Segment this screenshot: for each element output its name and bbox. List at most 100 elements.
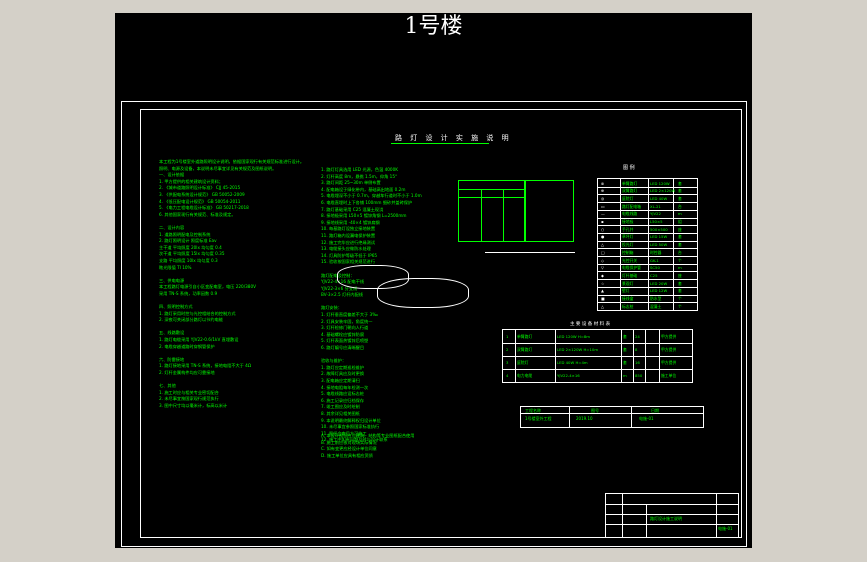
legend-cell: 套 (678, 188, 682, 194)
note-line: 1. 灯杆垂直度偏差不大于 3‰ (321, 312, 378, 318)
legend-cell: ■ (601, 296, 605, 302)
drawing-canvas[interactable]: 1号楼 路 灯 设 计 实 施 说 明 本工程为1号楼室外道路照明设计说明，依据… (115, 13, 752, 548)
legend-row-line (598, 286, 697, 288)
legend-row-line (598, 302, 697, 304)
note-line: 验收与维护： (321, 358, 347, 364)
legend-cell: 草坪灯 (622, 234, 634, 240)
title-block-sheet: 电施-01 (718, 526, 733, 531)
legend-cell: C25 (650, 272, 658, 278)
title-block-drawing-name: 路灯设计施工说明 (650, 516, 682, 521)
equipment-cell: LED 2×120W H=10m (557, 347, 599, 352)
note-line: 次干道 平均照度 15lx 均匀度 0.35 (159, 251, 225, 257)
legend-cell: SC50 (650, 265, 660, 271)
legend-cell: L50×5 (650, 219, 663, 225)
note-line: 2. 路灯照明设计 照度标准 Eav (159, 238, 217, 244)
equipment-cell: 庭院灯 (517, 360, 529, 365)
legend-cell: 座 (678, 272, 682, 278)
title-block: 路灯设计施工说明 电施-01 (605, 493, 739, 538)
legend-cell: m (678, 211, 682, 217)
legend-title: 图 例 (623, 165, 635, 171)
sign-r3: 电施-01 (639, 416, 654, 421)
legend-cell: 台 (678, 203, 682, 209)
legend-cell: XL-21 (650, 203, 661, 209)
equipment-cell: LED 120W H=8m (557, 334, 591, 339)
legend-cell: ● (601, 234, 605, 240)
notes-column-1: 本工程为1号楼室外道路照明设计说明，依据国家现行有关规范标准进行设计。 照明、电源… (159, 159, 311, 499)
distribution-table-2 (524, 180, 574, 242)
note-line: 2. 故障灯具应及时更换 (321, 371, 365, 377)
notes-column-3: A. 本设计图纸应与建筑、结构等专业图纸配合使用 B. 施工前应核对现场实际情况 C… (321, 433, 501, 473)
page-title: 1号楼 (404, 14, 463, 39)
legend-cell: 套 (678, 195, 682, 201)
legend-cell: GK-1 (650, 257, 659, 263)
equipment-cell: m (623, 373, 627, 378)
legend-row-line (598, 232, 697, 234)
legend-row-line (598, 240, 697, 242)
heading-underline (391, 143, 489, 144)
sign-table: 工程名称 图号 日期 1号楼室外工程 2019.10 电施-01 (520, 406, 704, 428)
revision-cloud-2 (377, 278, 469, 308)
note-line: 1. 路灯电缆采用 YJV22-0.6/1kV 直埋敷设 (159, 337, 239, 343)
equipment-cell: 套 (623, 360, 627, 365)
legend-cell: 座 (678, 226, 682, 232)
note-line: 13. 电缆接头应做防水处理 (321, 246, 371, 252)
legend-cell: LED 120W (650, 180, 670, 186)
equipment-cell: 16 (635, 360, 640, 365)
legend-cell: ◎ (601, 195, 605, 201)
note-line (159, 271, 311, 278)
equipment-table: 1 单臂路灯 LED 120W H=8m 套 24 甲方提供 2 双臂路灯 LED 2×120W… (502, 329, 693, 383)
note-line (159, 218, 311, 225)
legend-cell: 灯杆基础 (622, 272, 638, 278)
note-line: 6. 电缆直埋时上下各铺 100mm 细砂并盖砖保护 (321, 199, 413, 205)
legend-cell: 500×500 (650, 226, 668, 232)
note-line: 3. 配电箱应定期清扫 (321, 378, 360, 383)
legend-cell: ◆ (601, 272, 604, 278)
note-line: 1. 路灯灯具选用 LED 光源，色温 4000K (321, 167, 398, 172)
note-line: 二、设计内容 (159, 224, 185, 230)
note-line: 2. 灯杆金属构件均应可靠接地 (159, 370, 215, 375)
legend-row-line (598, 294, 697, 296)
equipment-cell: 施工单位 (661, 373, 677, 378)
sign-r2: 2019.10 (576, 416, 593, 421)
note-line: 四、照明控制方式 (159, 304, 193, 310)
legend-cell: ▪ (601, 219, 604, 225)
note-line: 3. 路灯间距 25~30m 单侧布置 (321, 180, 381, 186)
legend-cell: 时控器 (650, 249, 662, 255)
note-line: 10. 未尽事宜参照国家标准执行 (321, 424, 380, 430)
legend-cell: 接线盒 (622, 296, 634, 302)
note-line: 3. 灯杆检修门朝向人行道 (321, 325, 369, 331)
legend-cell: 景观灯 (622, 280, 634, 286)
legend-cell: ▽ (601, 265, 604, 271)
legend-cell: 单臂路灯 (622, 180, 638, 186)
equipment-cell: 甲方提供 (661, 334, 677, 339)
note-line: 2. 《城市道路照明设计标准》 CJJ 45-2015 (159, 185, 241, 191)
equipment-cell: 2 (506, 347, 509, 352)
legend-cell: 光控开关 (622, 257, 638, 263)
legend-cell: 个 (678, 296, 682, 302)
legend-cell: LED 40W (650, 195, 668, 201)
legend-cell: □ (601, 249, 605, 255)
legend-table: ⊗ 单臂路灯 LED 120W 套 ⊕ 双臂路灯 LED 2×120W 套 ◎ 庭院灯 LED 40… (597, 178, 698, 311)
legend-row-line (598, 202, 697, 204)
sign-h1: 工程名称 (525, 408, 541, 413)
equipment-cell: LED 40W H=4m (557, 360, 588, 365)
legend-cell: — (601, 211, 605, 217)
note-line: A. 本设计图纸应与建筑、结构等专业图纸配合使用 (321, 433, 415, 438)
note-line: D. 施工单位应具有相应资质 (321, 452, 373, 458)
legend-cell: 个 (678, 303, 682, 309)
legend-cell: 组 (678, 219, 682, 225)
legend-row-line (598, 271, 697, 273)
legend-cell: 接地极 (622, 219, 634, 225)
note-line: 5. 电缆线路应设标志桩 (321, 391, 365, 397)
sign-h2: 图号 (591, 408, 599, 413)
distribution-table (458, 180, 526, 242)
equipment-cell: 套 (623, 347, 627, 352)
note-line: 7. 竣工图应及时绘制 (321, 404, 360, 410)
legend-cell: 套 (678, 280, 682, 286)
legend-cell: ☆ (601, 280, 605, 286)
legend-cell: 控制箱 (622, 249, 634, 255)
legend-cell: m (678, 265, 682, 271)
legend-row-line (598, 279, 697, 281)
legend-cell: △ (601, 303, 604, 309)
legend-cell: 电缆保护管 (622, 265, 641, 271)
